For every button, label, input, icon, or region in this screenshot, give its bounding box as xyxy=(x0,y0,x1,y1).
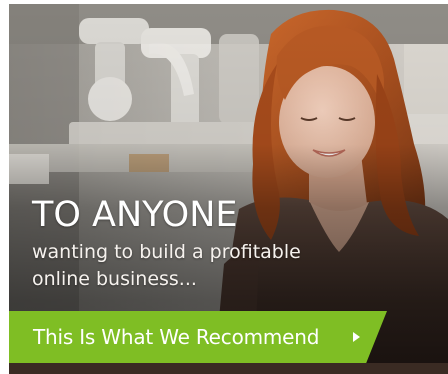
play-arrow-icon xyxy=(353,332,360,342)
headline: TO ANYONE xyxy=(32,195,238,235)
subheadline-line-2: online business... xyxy=(32,268,197,290)
subheadline-line-1: wanting to build a profitable xyxy=(32,241,301,263)
cta-label: This Is What We Recommend xyxy=(33,325,320,349)
recommend-cta-button[interactable]: This Is What We Recommend xyxy=(9,311,387,363)
subheadline: wanting to build a profitable online bus… xyxy=(32,239,352,293)
bottom-photo-strip xyxy=(9,363,448,374)
ad-banner[interactable]: TO ANYONE wanting to build a profitable … xyxy=(9,4,448,374)
